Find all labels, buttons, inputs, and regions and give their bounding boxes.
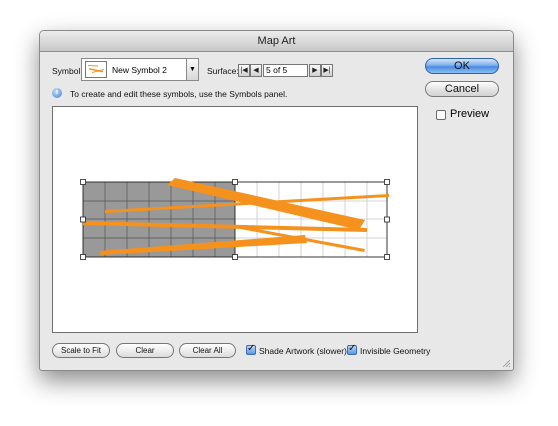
- clear-button[interactable]: Clear: [116, 343, 174, 358]
- surface-label: Surface:: [207, 66, 239, 76]
- scale-to-fit-button[interactable]: Scale to Fit: [52, 343, 110, 358]
- last-page-icon[interactable]: ▶|: [321, 64, 333, 77]
- checkmark-icon: ✓: [247, 343, 256, 354]
- first-page-icon[interactable]: |◀: [238, 64, 250, 77]
- resize-grip-icon[interactable]: [501, 358, 511, 368]
- surface-field[interactable]: 5 of 5: [263, 64, 308, 77]
- chevron-down-icon[interactable]: ▼: [186, 58, 199, 81]
- surface-preview: [80, 178, 390, 260]
- dialog-title: Map Art: [40, 31, 513, 52]
- shade-artwork-checkbox[interactable]: ✓: [246, 343, 256, 355]
- shade-artwork-label: Shade Artwork (slower): [259, 346, 347, 356]
- preview-label: Preview: [450, 108, 490, 120]
- map-art-canvas[interactable]: [52, 106, 418, 333]
- map-art-dialog: Map Art Symbol: New Symbol 2 ▼ Surface: …: [39, 30, 514, 371]
- next-icon[interactable]: ▶: [309, 64, 321, 77]
- invisible-geometry-label: Invisible Geometry: [360, 346, 431, 356]
- ok-button[interactable]: OK: [425, 58, 499, 74]
- preview-checkbox[interactable]: [436, 110, 446, 120]
- info-icon: i: [52, 88, 62, 98]
- previous-icon[interactable]: ◀: [250, 64, 262, 77]
- invisible-geometry-checkbox[interactable]: ✓: [347, 343, 357, 355]
- symbol-select[interactable]: New Symbol 2: [81, 58, 195, 81]
- symbol-thumbnail: [85, 61, 107, 78]
- symbol-label: Symbol:: [52, 66, 83, 76]
- cancel-button[interactable]: Cancel: [425, 81, 499, 97]
- checkmark-icon: ✓: [348, 343, 357, 354]
- symbol-name: New Symbol 2: [112, 65, 167, 75]
- info-text: To create and edit these symbols, use th…: [70, 89, 288, 99]
- clear-all-button[interactable]: Clear All: [179, 343, 236, 358]
